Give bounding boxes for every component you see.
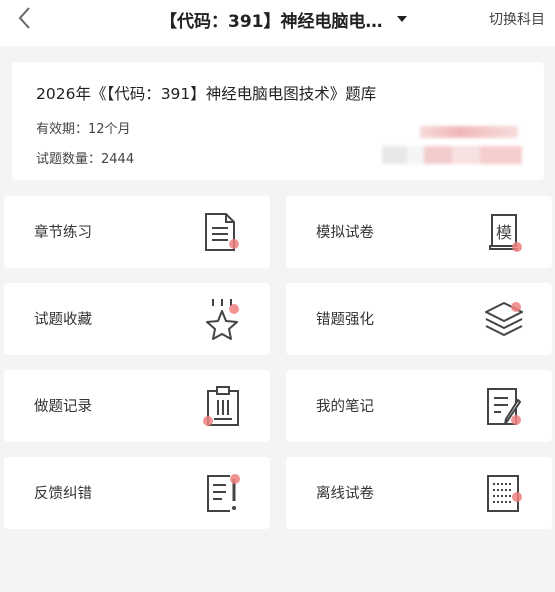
feedback-icon	[200, 471, 244, 515]
caret-down-icon	[396, 16, 407, 22]
tile-label: 试题收藏	[34, 312, 92, 328]
tile-label: 反馈纠错	[34, 486, 92, 502]
mock-exam-button[interactable]: 模拟试卷 模	[286, 196, 552, 268]
tile-label: 章节练习	[34, 225, 92, 241]
tile-label: 做题记录	[34, 399, 92, 415]
blurred-region	[382, 146, 522, 164]
tile-label: 模拟试卷	[316, 225, 374, 241]
history-record-button[interactable]: 做题记录	[4, 370, 270, 442]
top-bar: 【代码：391】神经电脑电… 切换科目	[0, 0, 555, 46]
exam-glyph: 模	[496, 223, 512, 242]
page-title: 【代码：391】神经电脑电…	[160, 11, 383, 32]
back-arrow-icon[interactable]	[14, 6, 38, 30]
document-icon	[200, 210, 244, 254]
offline-paper-icon	[482, 471, 526, 515]
tile-label: 错题强化	[316, 312, 374, 328]
clipboard-icon	[200, 384, 244, 428]
question-bank-title: 2026年《【代码：391】神经电脑电图技术》题库	[36, 85, 377, 103]
switch-subject-button[interactable]: 切换科目	[489, 9, 545, 29]
star-icon	[200, 297, 244, 341]
blurred-region	[420, 126, 518, 138]
validity-period: 有效期：12个月	[36, 122, 131, 137]
question-count: 试题数量：2444	[36, 152, 135, 167]
my-notes-button[interactable]: 我的笔记	[286, 370, 552, 442]
question-bank-info-card: 2026年《【代码：391】神经电脑电图技术》题库 有效期：12个月 试题数量：…	[12, 62, 544, 180]
tile-label: 我的笔记	[316, 399, 374, 415]
layers-icon	[482, 297, 526, 341]
error-reinforcement-button[interactable]: 错题强化	[286, 283, 552, 355]
chapter-practice-button[interactable]: 章节练习	[4, 196, 270, 268]
note-pencil-icon	[482, 384, 526, 428]
favorites-button[interactable]: 试题收藏	[4, 283, 270, 355]
subject-selector[interactable]: 【代码：391】神经电脑电…	[160, 8, 407, 32]
exam-scroll-icon: 模	[482, 210, 526, 254]
offline-exam-button[interactable]: 离线试卷	[286, 457, 552, 529]
tile-label: 离线试卷	[316, 486, 374, 502]
feedback-button[interactable]: 反馈纠错	[4, 457, 270, 529]
